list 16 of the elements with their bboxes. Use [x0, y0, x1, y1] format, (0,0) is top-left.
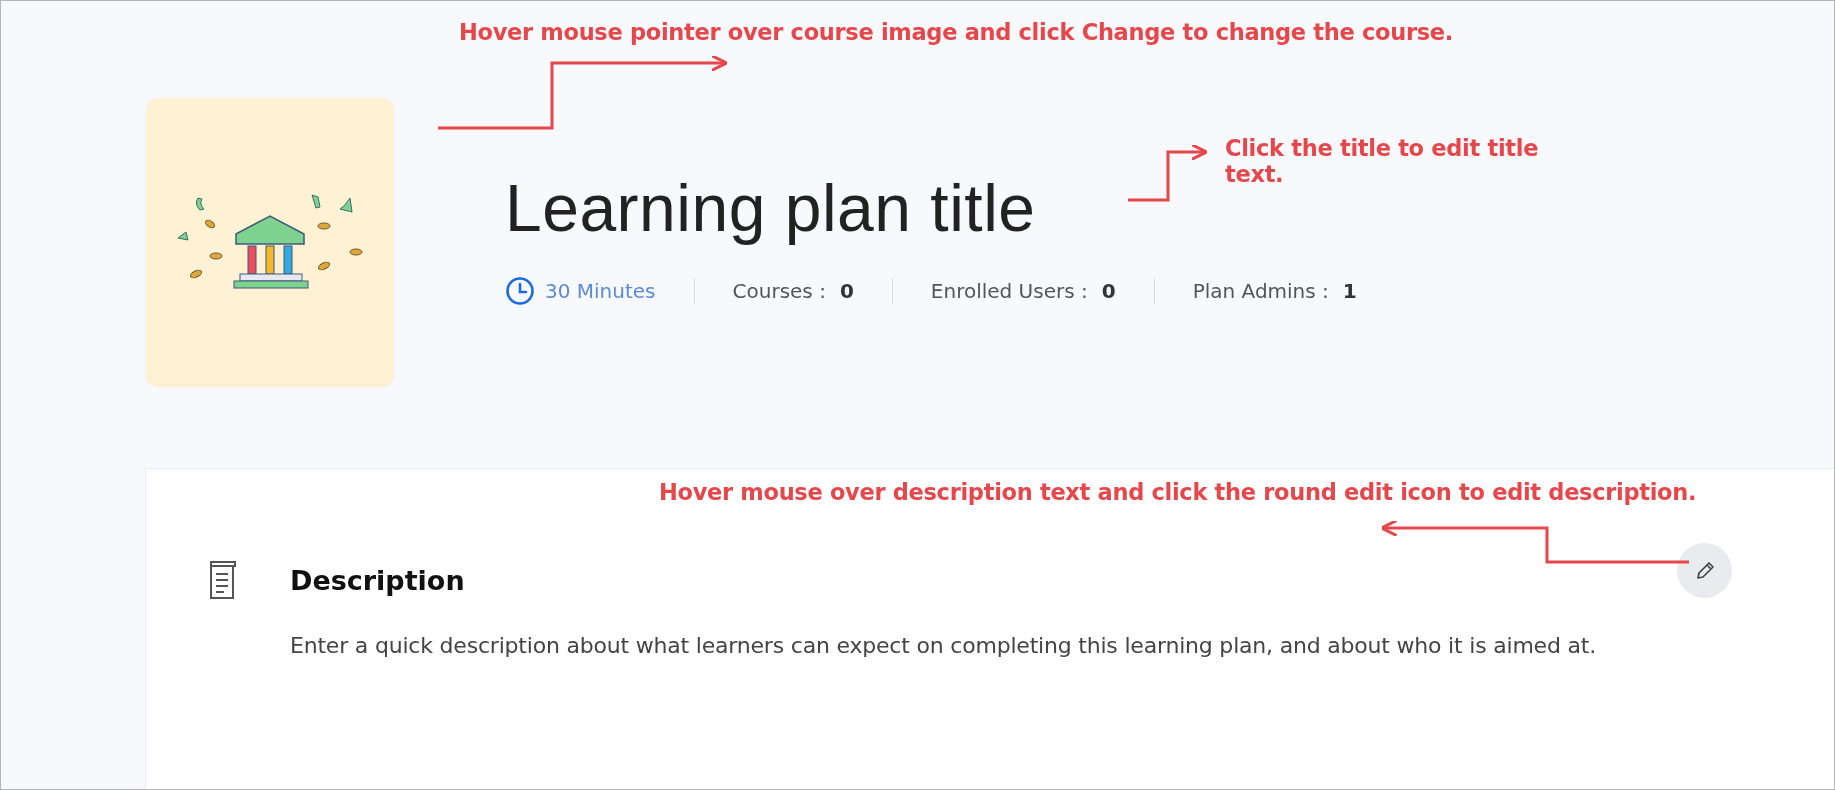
course-image[interactable] — [146, 98, 394, 387]
stat-value: 1 — [1342, 279, 1357, 303]
duration-text: 30 Minutes — [545, 279, 656, 303]
callout-text: Click the title to edit title text. — [1225, 135, 1540, 187]
callout-text: Hover mouse pointer over course image and click Change to change the course. — [459, 19, 1454, 45]
section-heading: Description — [290, 564, 466, 596]
stat-label: Enrolled Users : — [930, 279, 1088, 303]
document-icon — [207, 560, 239, 600]
clock-icon — [505, 276, 535, 306]
description-text[interactable]: Enter a quick description about what learners can expect on completing this learning plan, and about who it is aimed at. — [290, 622, 1618, 669]
stat-label: Plan Admins : — [1192, 279, 1329, 303]
callout-text: Hover mouse over description text and click the round edit icon to edit description. — [659, 479, 1698, 505]
stat-label: Courses : — [732, 279, 826, 303]
plan-title[interactable]: Learning plan title — [505, 170, 1036, 246]
stat-value: 0 — [839, 279, 854, 303]
stat-value: 0 — [1101, 279, 1116, 303]
